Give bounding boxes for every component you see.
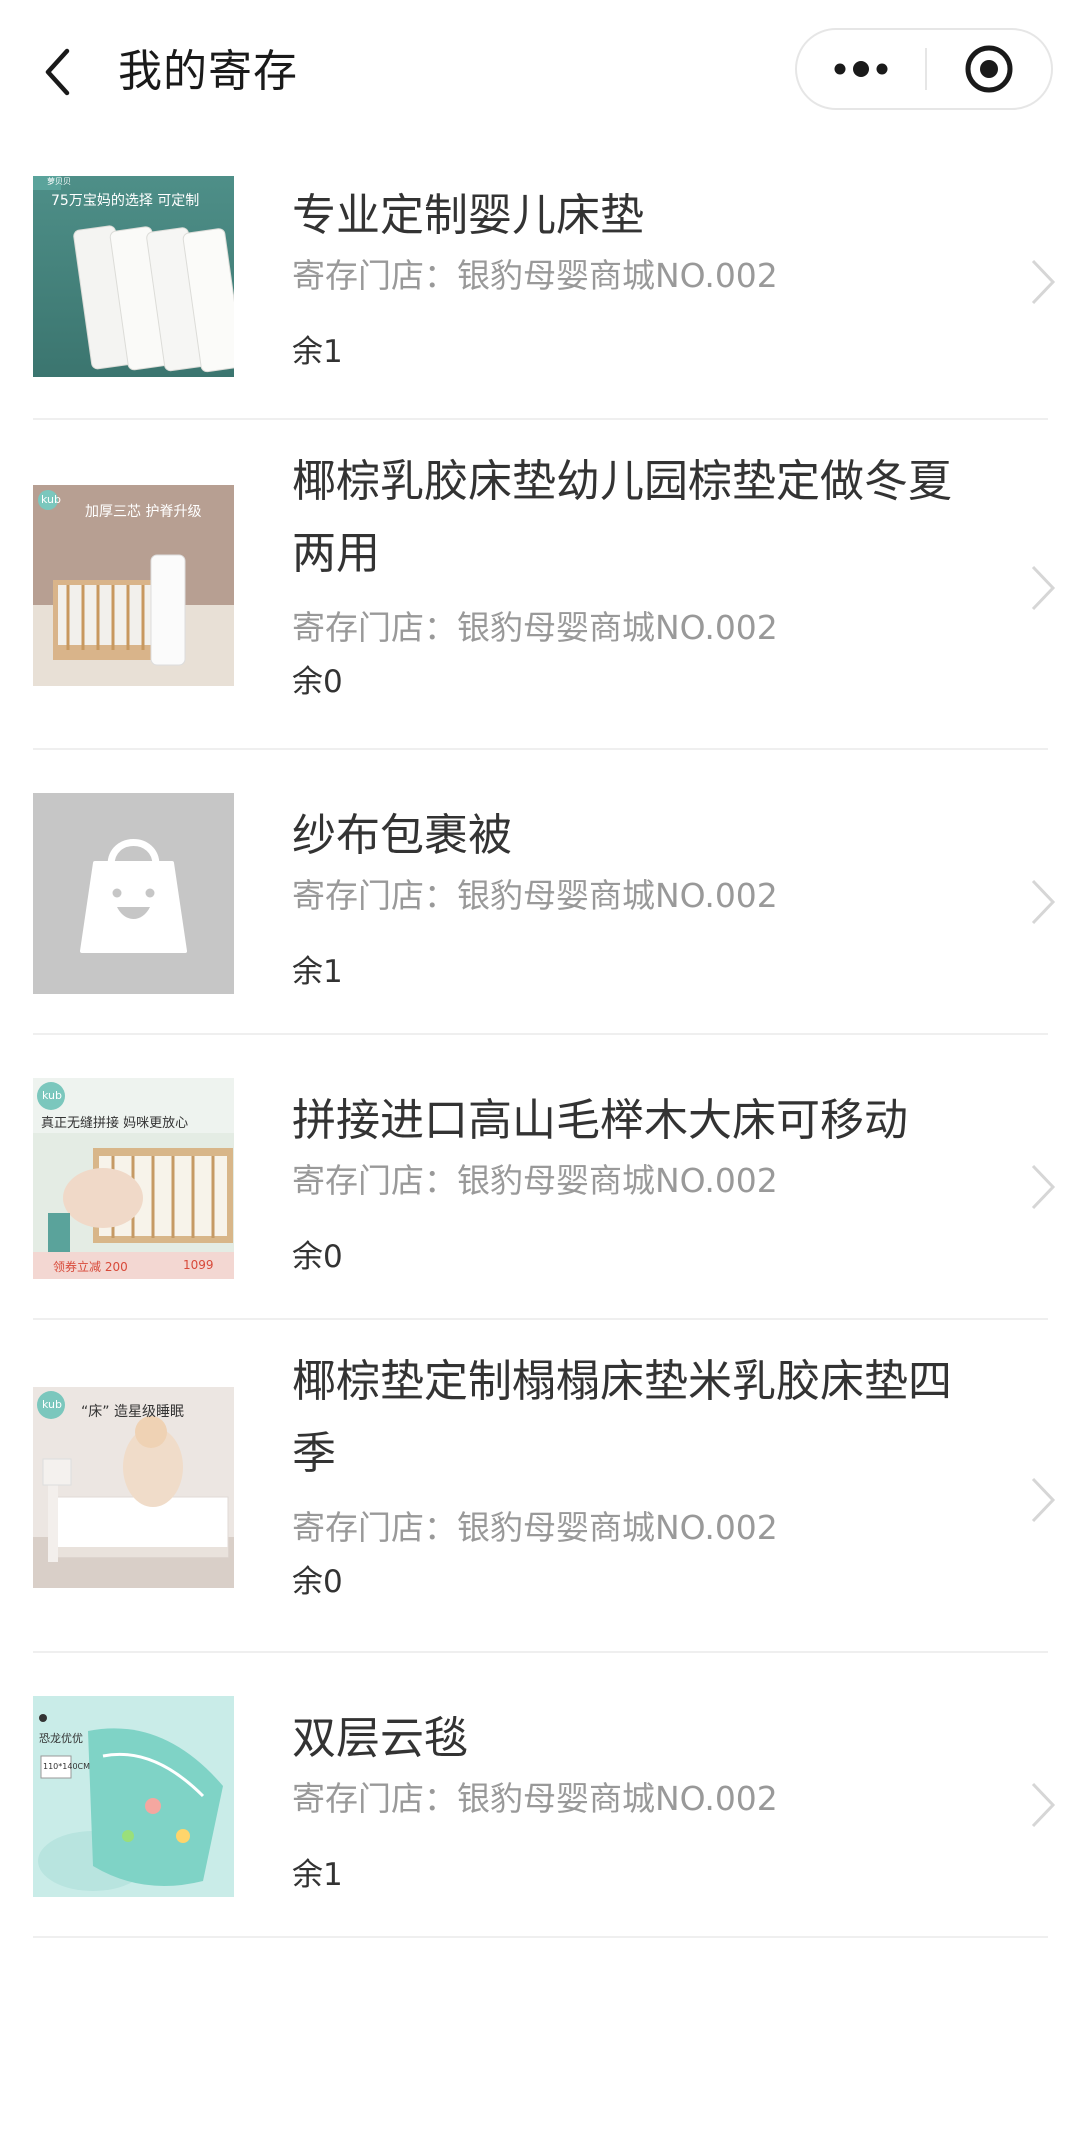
chevron-right-icon	[1031, 879, 1056, 925]
item-remaining: 余1	[292, 1857, 343, 1893]
item-title: 纱布包裹被	[292, 810, 512, 861]
list-item[interactable]: 75万宝妈的选择 可定制 萝贝贝 专业定制婴儿床垫 寄存门店：银豹母婴商城NO.…	[0, 140, 1080, 420]
chevron-right-icon	[1031, 1782, 1056, 1828]
thumbnail-caption: 75万宝妈的选择 可定制	[51, 193, 200, 209]
item-remaining: 余0	[292, 1564, 343, 1600]
product-thumbnail: 真正无缝拼接 妈咪更放心 kub 领券立减 200 1099	[33, 1078, 234, 1279]
thumbnail-caption: 恐龙优优	[39, 1732, 83, 1745]
thumbnail-brand: kub	[42, 1089, 62, 1102]
back-button[interactable]	[36, 40, 80, 104]
more-dots-icon	[834, 61, 888, 77]
product-thumbnail: 加厚三芯 护脊升级 kub	[33, 485, 234, 686]
product-thumbnail-placeholder	[33, 793, 234, 994]
item-title: 拼接进口高山毛榉木大床可移动	[292, 1095, 908, 1146]
item-store: 寄存门店：银豹母婴商城NO.002	[292, 608, 778, 647]
thumbnail-caption: 加厚三芯 护脊升级	[85, 504, 202, 520]
chevron-right-icon	[1031, 1477, 1056, 1523]
item-store: 寄存门店：银豹母婴商城NO.002	[292, 876, 778, 915]
product-thumbnail: 恐龙优优 110*140CM	[33, 1696, 234, 1897]
nav-bar: 我的寄存	[0, 0, 1080, 140]
thumbnail-caption: “床” 造星级睡眠	[81, 1404, 184, 1420]
list-item[interactable]: 真正无缝拼接 妈咪更放心 kub 领券立减 200 1099 拼接进口高山毛榉木…	[0, 1035, 1080, 1320]
item-title: 专业定制婴儿床垫	[292, 190, 644, 241]
item-remaining: 余0	[292, 1239, 343, 1275]
item-store: 寄存门店：银豹母婴商城NO.002	[292, 1779, 778, 1818]
list-item[interactable]: 纱布包裹被 寄存门店：银豹母婴商城NO.002 余1	[0, 750, 1080, 1035]
thumbnail-price: 1099	[183, 1258, 214, 1272]
thumbnail-brand: 萝贝贝	[47, 177, 71, 186]
item-title: 椰棕乳胶床垫幼儿园棕垫定做冬夏两用	[292, 456, 952, 579]
thumbnail-brand: kub	[41, 493, 61, 506]
item-store: 寄存门店：银豹母婴商城NO.002	[292, 256, 778, 295]
separator	[33, 1936, 1048, 1938]
product-thumbnail: 75万宝妈的选择 可定制 萝贝贝	[33, 176, 234, 377]
item-title: 椰棕垫定制榻榻床垫米乳胶床垫四季	[292, 1356, 952, 1479]
item-remaining: 余1	[292, 334, 343, 370]
more-button[interactable]	[797, 30, 925, 108]
list-item[interactable]: 恐龙优优 110*140CM 双层云毯 寄存门店：银豹母婴商城NO.002 余1	[0, 1653, 1080, 1938]
page: 我的寄存 75万宝妈的选择 可定制 萝贝贝 专业定制婴儿床垫 寄存门店：银豹母婴…	[0, 0, 1080, 2150]
mini-program-capsule	[795, 28, 1053, 110]
thumbnail-promo: 领券立减 200	[53, 1260, 128, 1274]
thumbnail-size: 110*140CM	[43, 1762, 91, 1771]
item-store: 寄存门店：银豹母婴商城NO.002	[292, 1508, 778, 1547]
item-store: 寄存门店：银豹母婴商城NO.002	[292, 1161, 778, 1200]
item-remaining: 余1	[292, 954, 343, 990]
chevron-left-icon	[45, 48, 70, 96]
thumbnail-caption: 真正无缝拼接 妈咪更放心	[41, 1116, 189, 1131]
close-mini-program-button[interactable]	[927, 30, 1051, 108]
item-remaining: 余0	[292, 664, 343, 700]
thumbnail-brand: kub	[42, 1398, 62, 1411]
item-title: 双层云毯	[292, 1713, 468, 1764]
target-icon	[965, 45, 1013, 93]
shopping-bag-icon	[80, 839, 187, 953]
product-thumbnail: “床” 造星级睡眠 kub	[33, 1387, 234, 1588]
list-item[interactable]: “床” 造星级睡眠 kub 椰棕垫定制榻榻床垫米乳胶床垫四季 寄存门店：银豹母婴…	[0, 1320, 1080, 1653]
chevron-right-icon	[1031, 565, 1056, 611]
chevron-right-icon	[1031, 1164, 1056, 1210]
list-item[interactable]: 加厚三芯 护脊升级 kub 椰棕乳胶床垫幼儿园棕垫定做冬夏两用 寄存门店：银豹母…	[0, 420, 1080, 750]
chevron-right-icon	[1031, 259, 1056, 305]
page-title: 我的寄存	[118, 46, 298, 97]
